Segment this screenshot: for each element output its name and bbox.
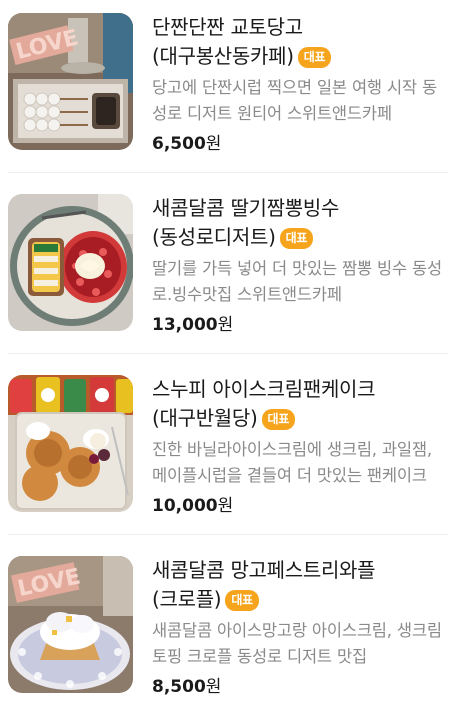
menu-item[interactable]: 새콤달콤 딸기짬뽕빙수(동성로디저트) 대표 딸기를 가득 넣어 더 맛있는 짬뽕… xyxy=(8,194,448,337)
menu-list: LOVE 단짠단짠 교토당고 (대구봉산동카페) 대표 당고에 단짠시럽 찍으면… xyxy=(0,0,456,706)
menu-item-title[interactable]: 새콤달콤 딸기짬뽕빙수(동성로디저트) 대표 xyxy=(152,194,448,252)
menu-item-price: 13,000원 xyxy=(152,313,448,337)
menu-item-description: 딸기를 가득 넣어 더 맛있는 짬뽕 빙수 동성로.빙수맛집 스위트앤드카페 xyxy=(152,259,442,304)
menu-item-info: 단짠단짠 교토당고 (대구봉산동카페) 대표 당고에 단짠시럽 찍으면 일본 여행… xyxy=(152,13,448,156)
price-amount: 6,500 xyxy=(152,134,206,154)
price-currency: 원 xyxy=(217,496,234,516)
item-divider xyxy=(8,353,448,354)
item-divider xyxy=(8,172,448,173)
menu-item-photo[interactable] xyxy=(8,375,133,512)
representative-badge: 대표 xyxy=(279,228,314,249)
menu-item-description: 진한 바닐라아이스크림에 생크림, 과일잼, 메이플시럽을 곁들여 더 맛있는 … xyxy=(152,440,432,485)
item-divider xyxy=(8,534,448,535)
price-amount: 10,000 xyxy=(152,496,218,516)
menu-item-info: 새콤달콤 딸기짬뽕빙수(동성로디저트) 대표 딸기를 가득 넣어 더 맛있는 짬뽕… xyxy=(152,194,448,337)
menu-item-photo[interactable] xyxy=(8,194,133,331)
price-currency: 원 xyxy=(217,315,234,335)
menu-item[interactable]: 스누피 아이스크림팬케이크(대구반월당) 대표 진한 바닐라아이스크림에 생크림,… xyxy=(8,375,448,518)
menu-item-title-text: 새콤달콤 망고페스트리와플 (크로플) xyxy=(152,558,376,611)
menu-item-description: 새콤달콤 아이스망고랑 아이스크림, 생크림 토핑 크로플 동성로 디저트 맛집 xyxy=(152,621,442,666)
representative-badge: 대표 xyxy=(297,47,332,68)
menu-item-price: 10,000원 xyxy=(152,494,448,518)
menu-item[interactable]: LOVE 단짠단짠 교토당고 (대구봉산동카페) 대표 당고에 단짠시럽 찍으면… xyxy=(8,13,448,156)
representative-badge: 대표 xyxy=(261,409,295,430)
price-currency: 원 xyxy=(205,134,222,154)
menu-item-title[interactable]: 스누피 아이스크림팬케이크(대구반월당) 대표 xyxy=(152,375,448,433)
price-currency: 원 xyxy=(205,677,222,697)
price-amount: 8,500 xyxy=(152,677,206,697)
menu-item-photo[interactable]: LOVE xyxy=(8,556,133,693)
menu-item-info: 스누피 아이스크림팬케이크(대구반월당) 대표 진한 바닐라아이스크림에 생크림,… xyxy=(152,375,448,518)
menu-item-description: 당고에 단짠시럽 찍으면 일본 여행 시작 동성로 디저트 원티어 스위트앤드카… xyxy=(152,78,437,123)
menu-item-info: 새콤달콤 망고페스트리와플 (크로플) 대표 새콤달콤 아이스망고랑 아이스크림,… xyxy=(152,556,448,699)
menu-item-title-text: 단짠단짠 교토당고 (대구봉산동카페) xyxy=(152,15,303,68)
menu-item-price: 8,500원 xyxy=(152,675,448,699)
menu-item-price: 6,500원 xyxy=(152,132,448,156)
price-amount: 13,000 xyxy=(152,315,218,335)
representative-badge: 대표 xyxy=(225,590,259,611)
menu-item-title[interactable]: 새콤달콤 망고페스트리와플 (크로플) 대표 xyxy=(152,556,448,614)
menu-item-title[interactable]: 단짠단짠 교토당고 (대구봉산동카페) 대표 xyxy=(152,13,448,71)
menu-item-photo[interactable]: LOVE xyxy=(8,13,133,150)
menu-item[interactable]: LOVE 새콤달콤 망고페스트리와플 (크로플) 대표 새콤달콤 아이스망고랑 아… xyxy=(8,556,448,699)
